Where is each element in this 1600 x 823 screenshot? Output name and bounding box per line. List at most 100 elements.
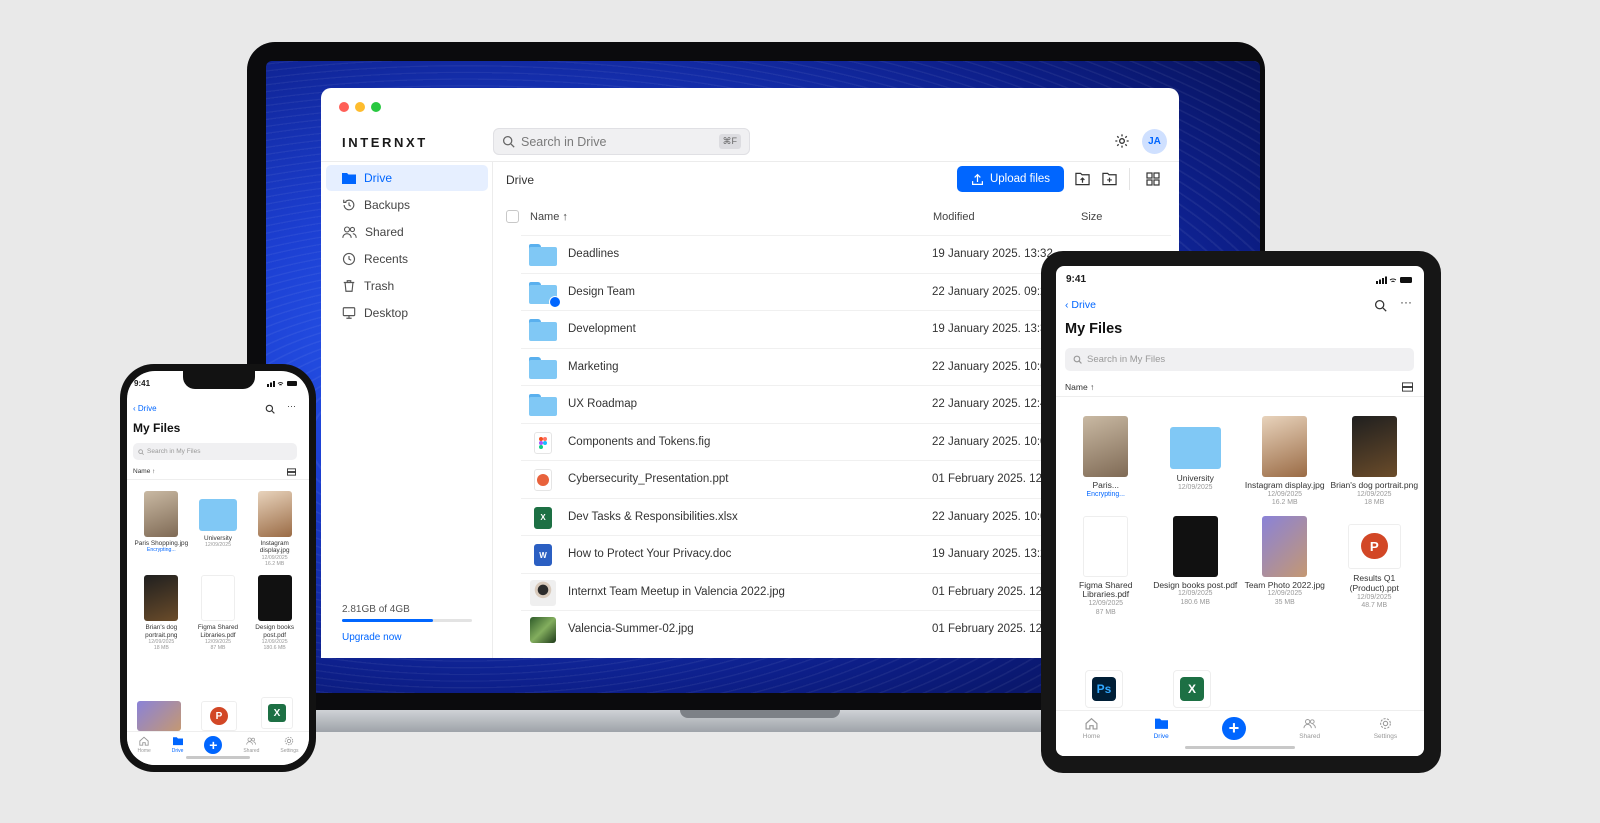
grid-file-item[interactable]: Brian's dog portrait.png 12/09/2025 18 MB	[1330, 416, 1420, 508]
more-icon[interactable]: ···	[1400, 295, 1412, 309]
file-name: Paris...	[1092, 480, 1119, 491]
upload-folder-icon[interactable]	[1075, 172, 1090, 186]
sidebar-item-label: Drive	[364, 171, 393, 185]
back-label: Drive	[1071, 299, 1096, 311]
sidebar-item-shared[interactable]: Shared	[326, 219, 488, 245]
file-size: 48.7 MB	[1361, 601, 1388, 609]
maximize-window-dot[interactable]	[371, 102, 381, 112]
file-modified: 22 January 2025. 10:08	[932, 510, 1053, 523]
grid-file-item[interactable]: Paris... Encrypting...	[1061, 416, 1151, 508]
file-thumbnail[interactable]	[137, 701, 181, 731]
grid-file-item[interactable]: Figma Shared Libraries.pdf 12/09/2025 87 M…	[1061, 515, 1151, 617]
back-button[interactable]: ‹ Drive	[1065, 299, 1096, 311]
new-folder-icon[interactable]	[1102, 172, 1117, 186]
column-name[interactable]: Name ↑	[530, 211, 568, 223]
ppt-file-icon[interactable]: P	[201, 701, 237, 731]
more-icon[interactable]: ···	[287, 401, 296, 411]
trash-icon	[343, 280, 355, 292]
file-modified: 22 January 2025. 10:08	[932, 360, 1053, 373]
search-icon[interactable]	[265, 404, 275, 414]
sidebar-item-recents[interactable]: Recents	[326, 246, 488, 272]
xlsx-file-icon[interactable]: X	[1173, 670, 1211, 708]
grid-file-item[interactable]: P Results Q1 (Product).ppt 12/09/2025 48.7 …	[1330, 516, 1420, 617]
image-thumbnail	[529, 579, 557, 606]
search-input[interactable]: Search in My Files	[1065, 348, 1414, 371]
file-name: Brian's dog portrait.png	[145, 624, 178, 639]
minimize-window-dot[interactable]	[355, 102, 365, 112]
grid-file-item[interactable]: Design books post.pdf 12/09/2025 180.6 MB	[246, 575, 303, 651]
folder-icon	[529, 356, 557, 380]
column-size[interactable]: Size	[1081, 211, 1102, 223]
tab-add[interactable]: +	[1222, 717, 1246, 741]
file-thumbnail	[1083, 416, 1129, 478]
grid-file-item[interactable]: Paris Shopping.jpg Encrypting...	[133, 491, 190, 567]
column-modified[interactable]: Modified	[933, 211, 975, 223]
page-title: My Files	[133, 421, 181, 435]
tab-home[interactable]: Home	[1083, 717, 1100, 740]
grid-file-item[interactable]: Design books post.pdf 12/09/2025 180.6 MB	[1151, 515, 1241, 617]
grid-file-item[interactable]: Brian's dog portrait.png 12/09/2025 18 MB	[133, 575, 190, 651]
tab-settings[interactable]: Settings	[1374, 717, 1397, 740]
grid-file-item[interactable]: Figma Shared Libraries.pdf 12/09/2025 87 M…	[190, 575, 247, 651]
grid-view-icon[interactable]	[1146, 172, 1160, 186]
folder-icon	[529, 318, 557, 342]
tab-label: Home	[137, 748, 151, 754]
tab-add[interactable]: +	[204, 736, 223, 754]
grid-file-item[interactable]: University 12/09/2025	[1151, 416, 1241, 508]
tab-label: Drive	[1153, 732, 1169, 740]
monitor-icon	[342, 307, 356, 319]
history-icon	[343, 199, 355, 211]
brand-logo: INTERNXT	[342, 135, 428, 150]
file-thumbnail	[1262, 416, 1308, 478]
back-button[interactable]: ‹ Drive	[133, 404, 157, 413]
search-input[interactable]: Search in My Files	[133, 443, 297, 460]
encrypting-status: Encrypting...	[146, 547, 176, 554]
encrypting-status: Encrypting...	[1086, 490, 1125, 498]
sidebar-item-backups[interactable]: Backups	[326, 192, 488, 218]
tab-settings[interactable]: Settings	[280, 736, 299, 754]
grid-file-item[interactable]: University 12/09/2025	[190, 491, 247, 567]
file-grid: Paris... Encrypting... University 12/09/202…	[1061, 416, 1419, 617]
search-icon[interactable]	[1374, 299, 1387, 312]
file-name: Components and Tokens.fig	[568, 435, 711, 448]
sort-control[interactable]: Name ↑	[133, 468, 155, 475]
upgrade-link[interactable]: Upgrade now	[342, 632, 472, 643]
avatar[interactable]: JA	[1142, 129, 1167, 154]
xlsx-file-icon[interactable]: X	[261, 697, 293, 729]
grid-file-item[interactable]: Instagram display.jpg 12/09/2025 16.2 MB	[246, 491, 303, 567]
list-view-icon[interactable]	[1402, 382, 1413, 392]
tab-shared[interactable]: Shared	[243, 736, 259, 754]
search-placeholder: Search in My Files	[147, 448, 201, 455]
sidebar-item-desktop[interactable]: Desktop	[326, 300, 488, 326]
toolbar-divider	[1129, 168, 1130, 190]
search-input[interactable]: Search in Drive ⌘F	[493, 128, 750, 155]
upload-files-button[interactable]: Upload files	[957, 166, 1064, 192]
tab-shared[interactable]: Shared	[1299, 717, 1320, 740]
sidebar-item-trash[interactable]: Trash	[326, 273, 488, 299]
file-date: 12/09/2025	[1088, 600, 1124, 608]
file-name: Instagram display.jpg	[259, 540, 290, 555]
tab-drive[interactable]: Drive	[1154, 717, 1169, 740]
file-modified: 22 January 2025. 10:08	[932, 435, 1053, 448]
list-view-icon[interactable]	[287, 468, 296, 476]
gear-icon	[1379, 717, 1392, 730]
sort-control[interactable]: Name ↑	[1065, 382, 1094, 392]
folder-icon	[529, 243, 557, 267]
close-window-dot[interactable]	[339, 102, 349, 112]
sidebar-item-drive[interactable]: Drive	[326, 165, 488, 191]
shared-badge-icon	[549, 295, 561, 308]
grid-file-item[interactable]: Instagram display.jpg 12/09/2025 16.2 MB	[1240, 416, 1330, 508]
home-icon	[139, 736, 149, 746]
breadcrumb[interactable]: Drive	[506, 173, 534, 187]
tab-home[interactable]: Home	[137, 736, 151, 754]
tab-drive[interactable]: Drive	[172, 736, 183, 754]
select-all-checkbox[interactable]	[506, 210, 519, 223]
file-name: Instagram display.jpg	[1244, 480, 1325, 491]
tab-label: Shared	[1299, 732, 1321, 740]
file-name: UX Roadmap	[568, 398, 638, 410]
psd-file-icon[interactable]: Ps	[1085, 670, 1123, 708]
header-divider	[127, 479, 309, 480]
search-icon	[502, 135, 515, 148]
grid-file-item[interactable]: Team Photo 2022.jpg 12/09/2025 35 MB	[1240, 515, 1330, 617]
gear-icon[interactable]	[1114, 133, 1130, 149]
